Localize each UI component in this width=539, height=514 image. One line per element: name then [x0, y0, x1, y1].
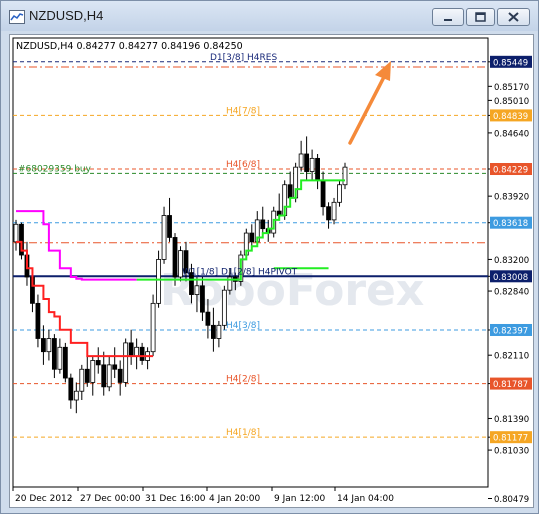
y-tick-label: 0.82840: [494, 288, 529, 298]
x-tick-label: 20 Dec 2012: [15, 494, 73, 504]
restore-icon: [475, 12, 486, 22]
candle-body: [260, 219, 266, 230]
candle-body: [249, 232, 255, 243]
candle-body: [194, 285, 200, 295]
price-label: 0.84229: [493, 166, 528, 176]
candle-body: [309, 157, 315, 172]
candle-body: [51, 338, 57, 370]
level-label: H4[6/8]: [226, 160, 260, 170]
candle-body: [315, 157, 320, 181]
symbol-info: NZDUSD,H4 0.84277 0.84277 0.84196 0.8425…: [16, 41, 243, 52]
level-label: H4[7/8]: [226, 106, 260, 116]
price-label: 0.85449: [493, 58, 528, 68]
price-label: 0.84839: [493, 112, 528, 122]
y-tick-label: 0.84640: [494, 129, 529, 139]
candle-body: [200, 285, 205, 313]
y-tick-label: 0.81030: [494, 447, 529, 457]
price-label: 0.81787: [493, 380, 528, 390]
x-tick-label: 4 Jan 20:00: [209, 494, 261, 504]
candle-body: [326, 206, 331, 221]
price-label: 0.82397: [493, 326, 528, 336]
candle-body: [210, 324, 216, 339]
level-label: W1[1/8] D1[2/8] H4PIVOT: [182, 267, 298, 277]
candle-body: [337, 184, 342, 203]
candle-body: [167, 215, 172, 238]
candle-body: [216, 324, 222, 339]
candle-body: [134, 346, 140, 357]
price-label: 0.83008: [493, 273, 528, 283]
price-chart[interactable]: RoboForex D1[3/8] H4RESH4[7/8]H4[6/8]#68…: [10, 35, 533, 507]
candle-body: [90, 360, 96, 383]
chart-area[interactable]: RoboForex D1[3/8] H4RES H4[7/8] H4[6/8] #68…: [9, 34, 534, 508]
y-tick-label: 0.83200: [494, 256, 529, 266]
candle-body: [342, 166, 348, 186]
candle-body: [161, 215, 167, 260]
candle-body: [150, 302, 156, 353]
candle-body: [112, 364, 118, 370]
candle-body: [84, 368, 90, 383]
candle-body: [79, 368, 85, 392]
candle-body: [287, 184, 293, 199]
chart-icon: [9, 10, 25, 24]
candle-body: [73, 390, 79, 401]
candle-body: [123, 342, 129, 383]
candle-body: [205, 311, 211, 326]
candle-body: [35, 302, 41, 339]
close-button[interactable]: [497, 8, 530, 26]
candle-body: [95, 360, 101, 366]
minimize-button[interactable]: [432, 8, 464, 26]
candle-body: [106, 364, 112, 388]
candle-body: [331, 201, 337, 221]
window-title: NZDUSD,H4: [29, 8, 104, 23]
candle-body: [298, 153, 304, 168]
y-tick-label: 0.85010: [494, 97, 529, 107]
y-tick-label: 0.85170: [494, 83, 529, 93]
title-bar[interactable]: NZDUSD,H4: [1, 1, 538, 31]
price-label: 0.81177: [493, 434, 528, 444]
y-tick-label: 0.80479: [494, 495, 529, 505]
candle-body: [13, 223, 19, 243]
candle-body: [101, 364, 107, 388]
x-tick-label: 14 Jan 04:00: [337, 494, 394, 504]
candle-body: [68, 377, 74, 401]
candle-body: [320, 179, 326, 208]
candle-body: [41, 338, 46, 353]
minimize-icon: [444, 19, 452, 21]
candle-body: [57, 346, 63, 370]
price-label: 0.83618: [493, 219, 528, 229]
x-tick-label: 31 Dec 16:00: [145, 494, 206, 504]
x-tick-label: 9 Jan 12:00: [274, 494, 326, 504]
candle-body: [139, 346, 145, 361]
level-label: H4[1/8]: [226, 428, 260, 438]
candle-body: [62, 346, 68, 379]
level-label: H4[2/8]: [226, 375, 260, 385]
candle-body: [128, 342, 134, 357]
chart-window: NZDUSD,H4 RoboForex D1[3/8] H4RES H4[7/8]…: [0, 0, 539, 514]
maximize-button[interactable]: [466, 8, 495, 26]
x-tick-label: 27 Dec 00:00: [80, 494, 141, 504]
candle-body: [304, 153, 310, 172]
candle-body: [156, 259, 161, 304]
candle-body: [172, 237, 178, 278]
plot-area: [12, 37, 489, 488]
level-label: D1[3/8] H4RES: [210, 53, 277, 63]
level-label: #68029359 buy: [18, 164, 92, 174]
candle-body: [46, 338, 52, 353]
close-icon: [508, 12, 519, 22]
y-tick-label: 0.81390: [494, 415, 529, 425]
candle-body: [117, 368, 123, 383]
level-label: H4[3/8]: [226, 321, 260, 331]
y-tick-label: 0.83920: [494, 193, 529, 203]
y-tick-label: 0.82110: [494, 352, 529, 362]
